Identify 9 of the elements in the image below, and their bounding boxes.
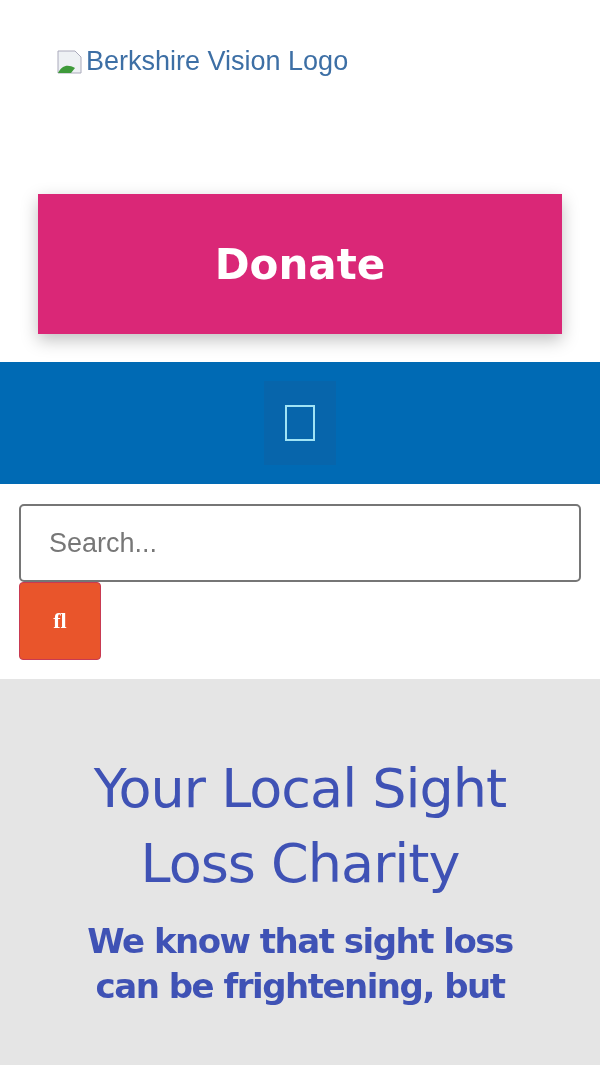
missing-glyph-icon [285,405,315,441]
hero-title: Your Local Sight Loss Charity [92,756,508,897]
menu-button[interactable] [264,381,336,465]
hero-subtitle: We know that sight loss can be frightening, but [86,920,514,1008]
donate-button[interactable]: Donate [38,194,562,334]
search-field[interactable]: Search... [19,504,581,582]
logo-alt-text[interactable]: Berkshire Vision Logo [56,46,349,77]
search-button[interactable]: fl [19,582,101,660]
broken-image-icon [56,47,84,76]
